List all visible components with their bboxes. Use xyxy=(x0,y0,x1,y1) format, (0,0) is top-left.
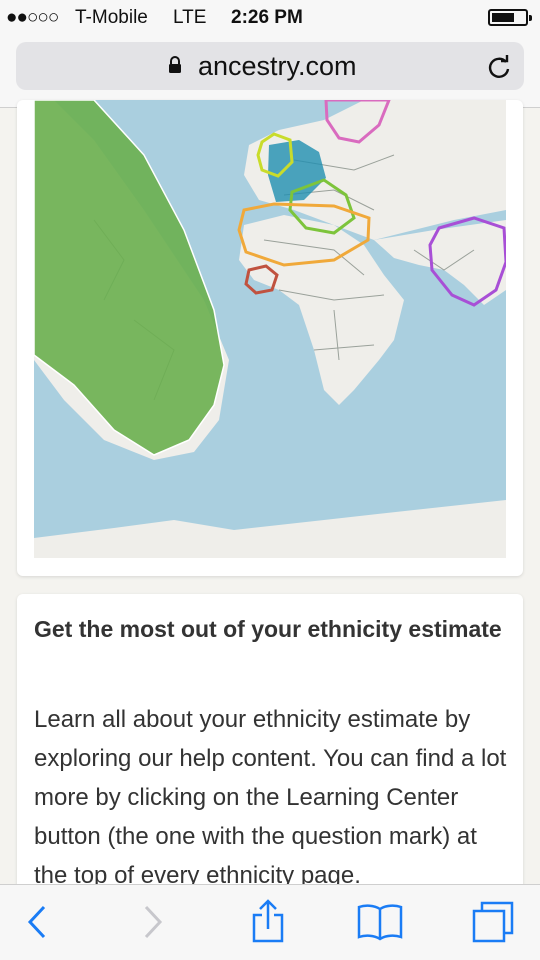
ethnicity-map[interactable] xyxy=(34,100,506,558)
battery-icon xyxy=(488,9,532,26)
tabs-icon[interactable] xyxy=(468,897,518,947)
forward-icon[interactable] xyxy=(128,897,178,947)
status-bar: ●●○○○ T-Mobile LTE 2:26 PM xyxy=(0,0,540,34)
reload-icon[interactable] xyxy=(486,54,512,80)
ethnicity-map-card xyxy=(17,100,523,576)
address-bar[interactable]: ancestry.com xyxy=(16,42,524,90)
lock-icon xyxy=(169,56,181,73)
back-icon[interactable] xyxy=(12,897,62,947)
browser-toolbar xyxy=(0,884,540,960)
ethnicity-help-card: Get the most out of your ethnicity estim… xyxy=(17,594,523,914)
help-card-heading: Get the most out of your ethnicity estim… xyxy=(34,616,502,642)
page-domain: ancestry.com xyxy=(198,51,357,81)
network-type: LTE xyxy=(173,7,207,28)
browser-chrome: ancestry.com xyxy=(0,34,540,108)
help-card-body: Learn all about your ethnicity estimate … xyxy=(34,706,507,889)
carrier-name: T-Mobile xyxy=(75,7,148,28)
share-icon[interactable] xyxy=(243,897,293,947)
bookmarks-icon[interactable] xyxy=(355,897,405,947)
clock: 2:26 PM xyxy=(231,7,303,28)
signal-strength: ●●○○○ xyxy=(6,7,59,28)
